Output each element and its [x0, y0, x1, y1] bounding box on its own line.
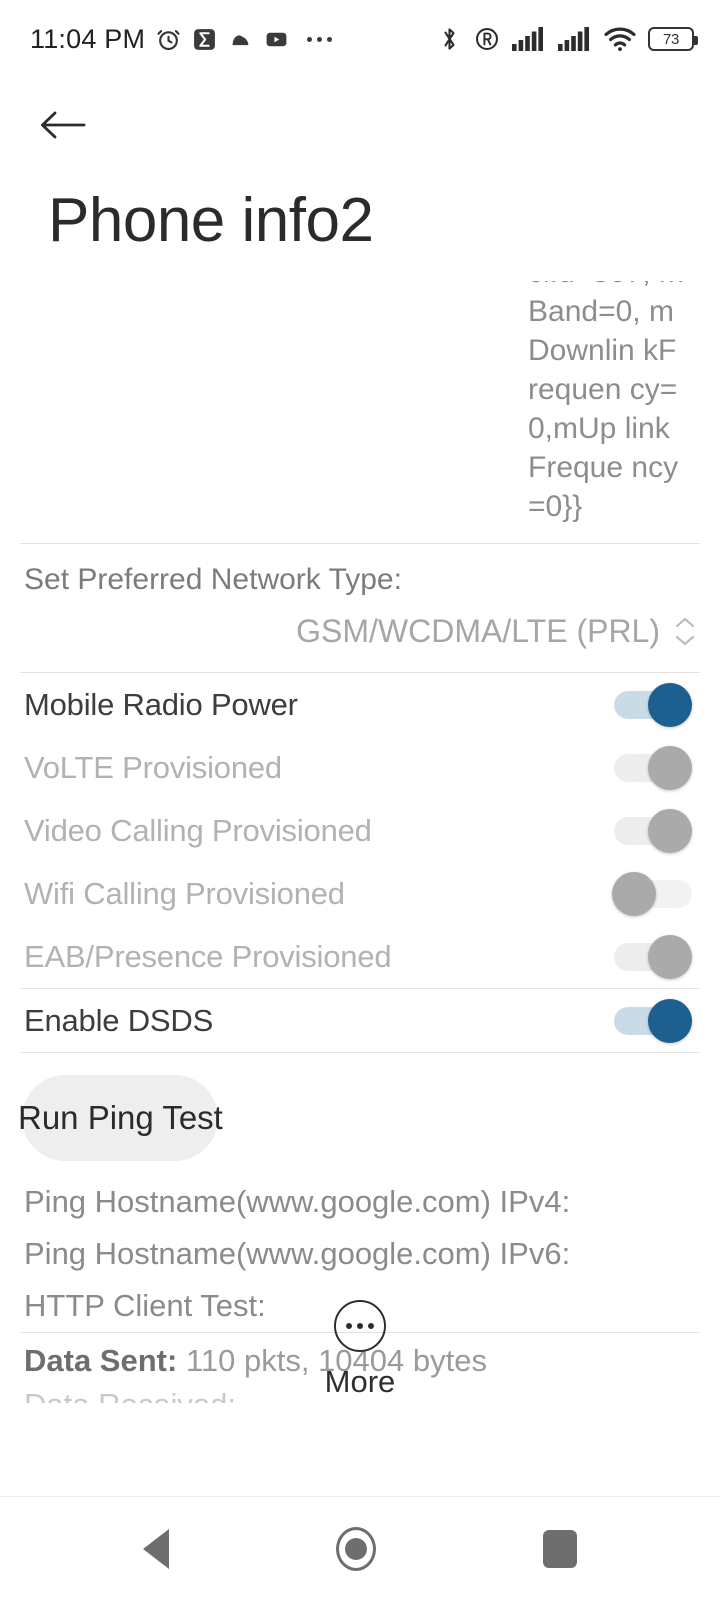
switch-label: Wifi Calling Provisioned: [24, 875, 345, 911]
signal-sim2-icon: [558, 26, 592, 52]
switch-label: VoLTE Provisioned: [24, 749, 282, 785]
switch-row-eab-presence-provisioned[interactable]: EAB/Presence Provisioned: [0, 925, 720, 988]
cell-info-clipped-block: ciId=367, mBand=0, mDownlin kFrequen cy=…: [0, 281, 720, 543]
status-bar-clock: 11:04 PM: [30, 23, 146, 54]
system-navigation-bar: [0, 1496, 720, 1600]
wifi-calling-provisioned-toggle[interactable]: [612, 871, 692, 916]
back-button[interactable]: [20, 96, 106, 158]
preferred-network-spinner[interactable]: GSM/WCDMA/LTE (PRL): [0, 599, 720, 672]
ping-result-ipv4: Ping Hostname(www.google.com) IPv4:: [24, 1184, 571, 1220]
more-notifications-icon: [307, 36, 333, 42]
alarm-clock-icon: [155, 26, 182, 53]
status-bar-right: 73: [437, 25, 698, 53]
switch-row-enable-dsds[interactable]: Enable DSDS: [0, 989, 720, 1052]
settings-scroll-content[interactable]: ciId=367, mBand=0, mDownlin kFrequen cy=…: [0, 281, 720, 1496]
switch-label: Video Calling Provisioned: [24, 812, 372, 848]
switch-label: Mobile Radio Power: [24, 686, 298, 722]
mobile-radio-power-toggle[interactable]: [614, 682, 692, 727]
video-calling-provisioned-toggle[interactable]: [614, 808, 692, 853]
app-bar: Phone info2: [0, 78, 720, 281]
chevron-updown-icon: [674, 616, 696, 647]
arrow-left-icon: [38, 107, 88, 148]
preferred-network-value: GSM/WCDMA/LTE (PRL): [296, 613, 660, 650]
run-ping-test-button[interactable]: Run Ping Test: [18, 1075, 223, 1162]
status-bar-left: 11:04 PM: [30, 23, 333, 55]
circle-ellipsis-icon: [334, 1300, 386, 1352]
more-button-label: More: [324, 1364, 396, 1399]
switch-label: Enable DSDS: [24, 1002, 214, 1038]
eab-presence-provisioned-toggle[interactable]: [614, 934, 692, 979]
enable-dsds-toggle[interactable]: [614, 998, 692, 1043]
more-button[interactable]: More: [0, 1300, 720, 1400]
nav-back-icon[interactable]: [143, 1528, 170, 1569]
switch-row-mobile-radio-power[interactable]: Mobile Radio Power: [0, 673, 720, 736]
preferred-network-label: Set Preferred Network Type:: [24, 563, 402, 597]
run-ping-test-label: Run Ping Test: [18, 1099, 223, 1137]
cloud-icon: [227, 26, 254, 53]
nav-home-icon[interactable]: [335, 1526, 376, 1571]
volte-provisioned-toggle[interactable]: [614, 745, 692, 790]
phone-screen: 11:04 PM 73 Phone info2 Band=0, mDownlin…: [0, 0, 720, 1600]
signal-sim1-icon: [512, 26, 546, 52]
cell-info-text: ciId=367, mBand=0, mDownlin kFrequen cy=…: [528, 281, 684, 524]
nav-recents-icon[interactable]: [542, 1529, 577, 1568]
battery-icon: 73: [648, 27, 698, 51]
switch-row-video-calling-provisioned[interactable]: Video Calling Provisioned: [0, 799, 720, 862]
wifi-icon: [604, 26, 636, 52]
status-bar: 11:04 PM 73: [0, 0, 720, 78]
ping-result-ipv6: Ping Hostname(www.google.com) IPv6:: [24, 1236, 571, 1272]
switch-label: EAB/Presence Provisioned: [24, 938, 392, 974]
battery-level: 73: [662, 30, 680, 48]
sigma-app-icon: [192, 27, 217, 52]
youtube-icon: [264, 27, 289, 52]
roaming-icon: [474, 26, 500, 52]
switch-row-wifi-calling-provisioned[interactable]: Wifi Calling Provisioned: [0, 862, 720, 925]
switch-row-volte-provisioned[interactable]: VoLTE Provisioned: [0, 736, 720, 799]
ping-button-wrap: Run Ping Test: [0, 1053, 720, 1176]
bluetooth-icon: [437, 25, 462, 53]
page-title: Phone info2: [48, 186, 374, 255]
